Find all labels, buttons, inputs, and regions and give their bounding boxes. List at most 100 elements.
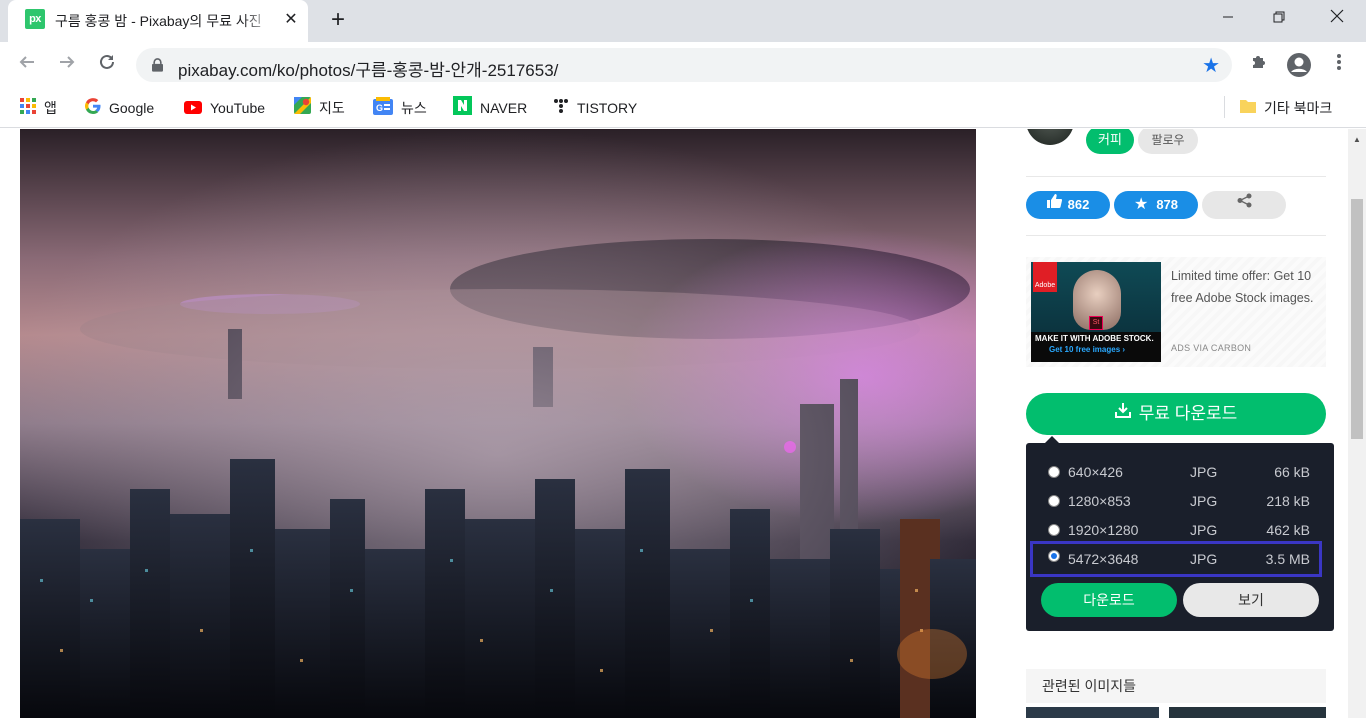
bookmark-other[interactable]: 기타 북마크	[1240, 96, 1332, 120]
maps-icon	[294, 97, 311, 121]
dropdown-caret	[1045, 436, 1059, 443]
radio-button[interactable]	[1048, 466, 1060, 478]
option-format: JPG	[1190, 493, 1218, 509]
coffee-button[interactable]: 커피	[1086, 129, 1134, 154]
page-scrollbar[interactable]: ▲	[1348, 129, 1366, 718]
divider	[1026, 176, 1326, 177]
dropdown-view-button[interactable]: 보기	[1183, 583, 1319, 617]
bookmark-youtube[interactable]: YouTube	[184, 96, 265, 120]
related-thumb[interactable]	[1169, 707, 1326, 718]
favorite-button[interactable]: ★ 878	[1114, 191, 1198, 219]
size-option-640[interactable]: 640×426 JPG 66 kB	[1030, 458, 1322, 486]
reload-icon	[100, 54, 114, 69]
address-bar[interactable]: pixabay.com/ko/photos/구름-홍콩-밤-안개-2517653…	[136, 48, 1232, 82]
window-close-button[interactable]	[1314, 0, 1360, 38]
radio-button[interactable]	[1048, 495, 1060, 507]
youtube-icon	[184, 97, 202, 121]
author-avatar[interactable]	[1026, 129, 1074, 145]
share-icon	[1237, 190, 1252, 218]
related-images-heading: 관련된 이미지들	[1026, 669, 1326, 703]
ad-image[interactable]: Adobe St MAKE IT WITH ADOBE STOCK. Get 1…	[1031, 262, 1161, 362]
forward-button[interactable]	[54, 52, 80, 78]
bookmark-label: 지도	[319, 100, 345, 116]
back-button[interactable]	[14, 52, 40, 78]
thumbs-up-icon	[1046, 190, 1062, 218]
share-button[interactable]	[1202, 191, 1286, 219]
back-arrow-icon	[19, 56, 34, 68]
minimize-button[interactable]	[1205, 0, 1251, 38]
folder-icon	[1240, 97, 1256, 121]
maximize-button[interactable]	[1256, 0, 1302, 38]
carbon-ad[interactable]: Adobe St MAKE IT WITH ADOBE STOCK. Get 1…	[1026, 257, 1326, 367]
main-photo[interactable]	[20, 129, 976, 718]
bookmark-maps[interactable]: 지도	[294, 96, 345, 120]
free-download-button[interactable]: 무료 다운로드	[1026, 393, 1326, 435]
url-text: pixabay.com/ko/photos/구름-홍콩-밤-안개-2517653…	[178, 61, 559, 80]
browser-toolbar: pixabay.com/ko/photos/구름-홍콩-밤-안개-2517653…	[0, 42, 1366, 88]
ads-via-carbon[interactable]: ADS VIA CARBON	[1171, 343, 1251, 353]
option-format: JPG	[1190, 464, 1218, 480]
ad-text[interactable]: Limited time offer: Get 10 free Adobe St…	[1171, 265, 1316, 309]
star-icon: ★	[1133, 196, 1149, 213]
apps-grid-icon	[20, 97, 36, 121]
option-filesize: 3.5 MB	[1265, 551, 1310, 567]
bookmark-label: TISTORY	[577, 100, 638, 116]
radio-button-selected[interactable]	[1048, 550, 1060, 562]
tab-title: 구름 홍콩 밤 - Pixabay의 무료 사진	[55, 13, 262, 29]
browser-tab[interactable]: px 구름 홍콩 밤 - Pixabay의 무료 사진 ✕	[8, 0, 308, 42]
adobe-logo: Adobe	[1033, 262, 1057, 292]
option-filesize: 218 kB	[1266, 493, 1310, 509]
free-download-label: 무료 다운로드	[1138, 404, 1238, 423]
tab-strip: px 구름 홍콩 밤 - Pixabay의 무료 사진 ✕ +	[0, 0, 1366, 42]
option-format: JPG	[1190, 522, 1218, 538]
scrollbar-thumb[interactable]	[1351, 199, 1363, 439]
follow-button[interactable]: 팔로우	[1138, 129, 1198, 154]
restore-icon	[1273, 11, 1285, 23]
new-tab-button[interactable]: +	[326, 8, 350, 32]
bookmark-apps[interactable]: 앱	[20, 96, 57, 120]
forward-arrow-icon	[60, 56, 75, 68]
option-format: JPG	[1190, 551, 1218, 567]
page-content: 커피 팔로우 862 ★ 878 Adobe St MAKE IT WITH AD…	[0, 129, 1348, 718]
bookmark-label: YouTube	[210, 100, 266, 116]
tistory-icon	[553, 97, 569, 121]
scroll-up-icon[interactable]: ▲	[1353, 135, 1361, 144]
bookmark-label: 앱	[44, 100, 57, 116]
photo-sidebar: 커피 팔로우 862 ★ 878 Adobe St MAKE IT WITH AD…	[1026, 129, 1334, 718]
bookmark-star-icon[interactable]: ★	[1202, 53, 1220, 78]
bookmark-tistory[interactable]: TISTORY	[553, 96, 637, 120]
google-icon	[85, 97, 101, 121]
bookmark-naver[interactable]: NAVER	[453, 96, 527, 120]
like-count: 862	[1067, 197, 1090, 212]
bookmark-google[interactable]: Google	[85, 96, 154, 120]
lock-icon	[152, 58, 163, 72]
download-icon	[1114, 392, 1131, 434]
ad-image-sub: Get 10 free images ›	[1049, 345, 1126, 354]
option-filesize: 462 kB	[1266, 522, 1310, 538]
more-menu-icon[interactable]	[1326, 52, 1352, 78]
related-thumb[interactable]	[1026, 707, 1159, 718]
profile-avatar-icon[interactable]	[1286, 52, 1312, 78]
extensions-puzzle-icon[interactable]	[1246, 52, 1272, 78]
option-size: 5472×3648	[1068, 551, 1139, 567]
bookmark-label: NAVER	[480, 100, 528, 116]
size-option-5472[interactable]: 5472×3648 JPG 3.5 MB	[1030, 541, 1322, 577]
hong-kong-night-photo	[20, 129, 976, 718]
download-size-dropdown: 640×426 JPG 66 kB 1280×853 JPG 218 kB 19…	[1026, 436, 1334, 631]
option-size: 640×426	[1068, 464, 1123, 480]
option-size: 1280×853	[1068, 493, 1131, 509]
bookmark-news[interactable]: G 뉴스	[373, 96, 427, 120]
reload-button[interactable]	[94, 52, 120, 78]
size-option-1280[interactable]: 1280×853 JPG 218 kB	[1030, 487, 1322, 515]
adobe-stock-icon: St	[1089, 316, 1103, 330]
minimize-icon	[1223, 16, 1233, 18]
naver-icon	[453, 96, 472, 122]
window-close-icon	[1330, 9, 1344, 23]
size-option-1920[interactable]: 1920×1280 JPG 462 kB	[1030, 516, 1322, 544]
bookmark-label: 기타 북마크	[1264, 100, 1333, 116]
radio-button[interactable]	[1048, 524, 1060, 536]
bookmarks-bar: 앱 Google YouTube 지도 G 뉴스 NAVER TISTORY 기…	[0, 88, 1366, 128]
dropdown-download-button[interactable]: 다운로드	[1041, 583, 1177, 617]
like-button[interactable]: 862	[1026, 191, 1110, 219]
tab-close-icon[interactable]: ✕	[281, 10, 301, 30]
